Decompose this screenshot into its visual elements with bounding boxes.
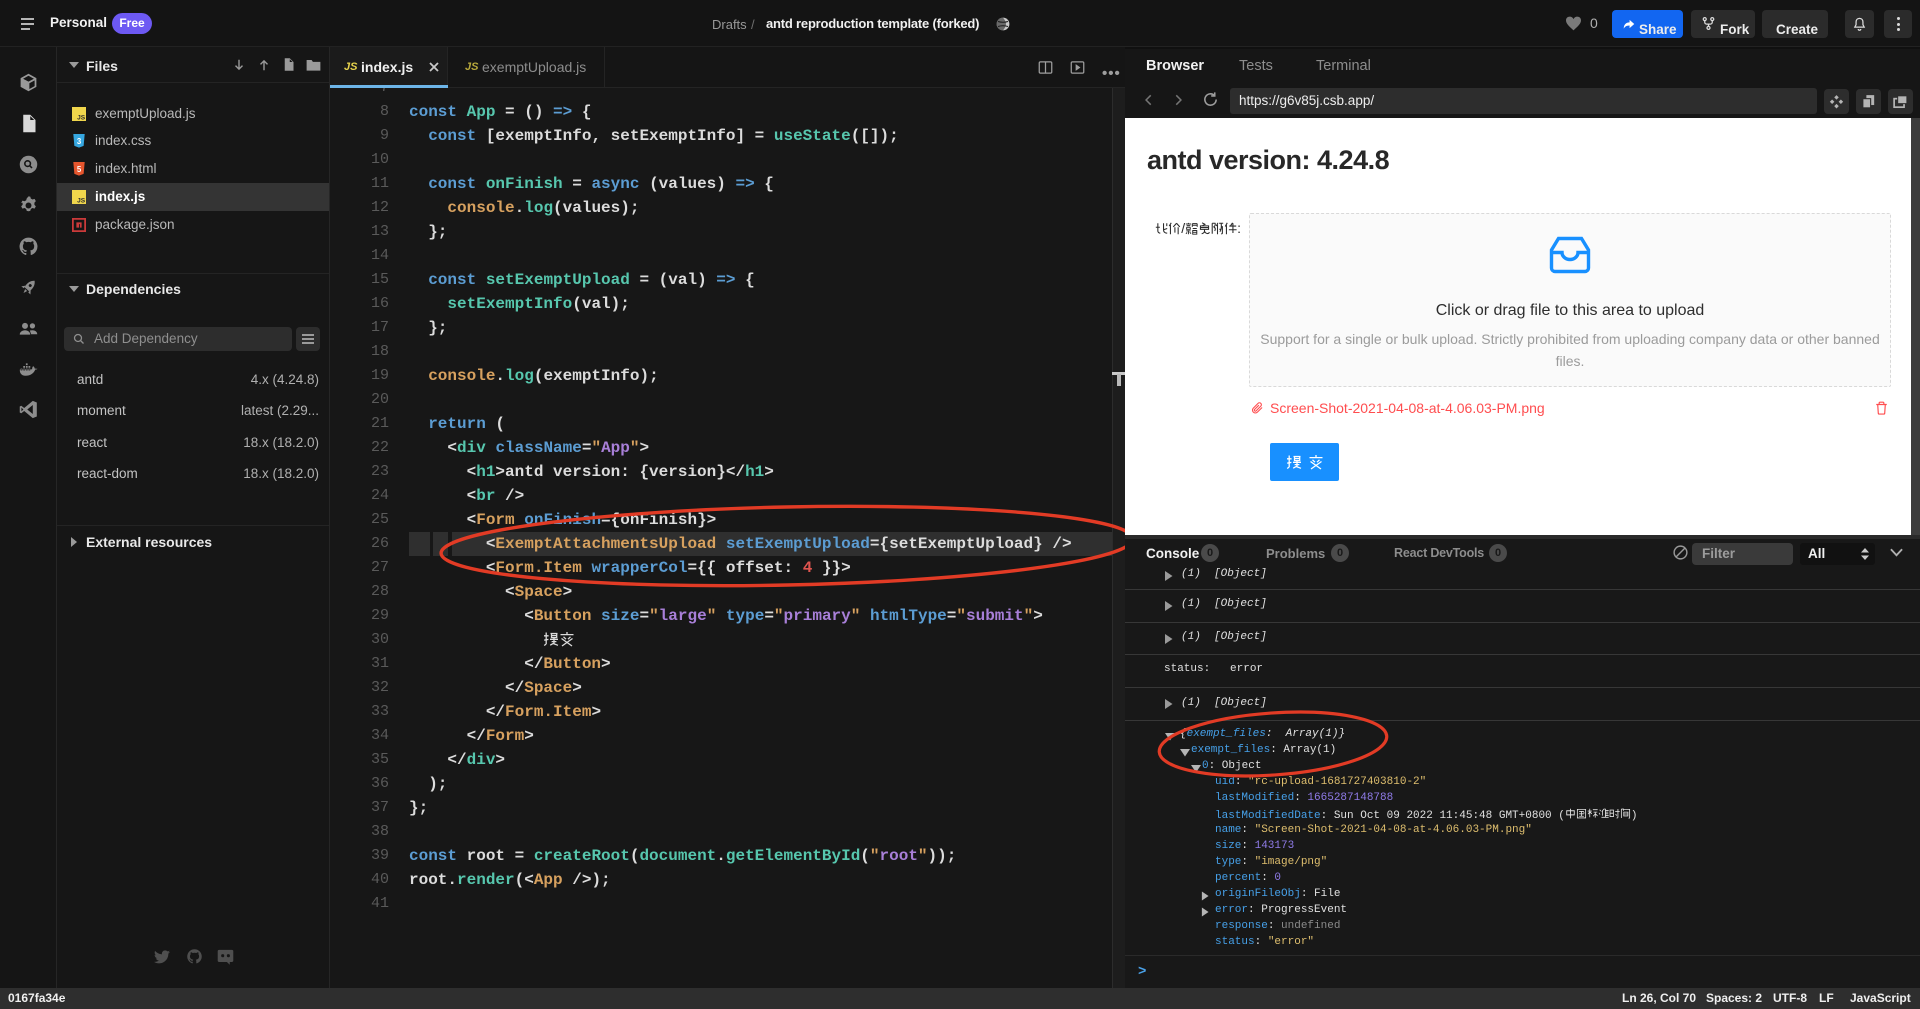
svg-text:JS: JS <box>77 115 86 121</box>
svg-text:5: 5 <box>77 165 82 174</box>
svg-text:3: 3 <box>77 137 82 146</box>
svg-text:JS: JS <box>77 198 86 204</box>
